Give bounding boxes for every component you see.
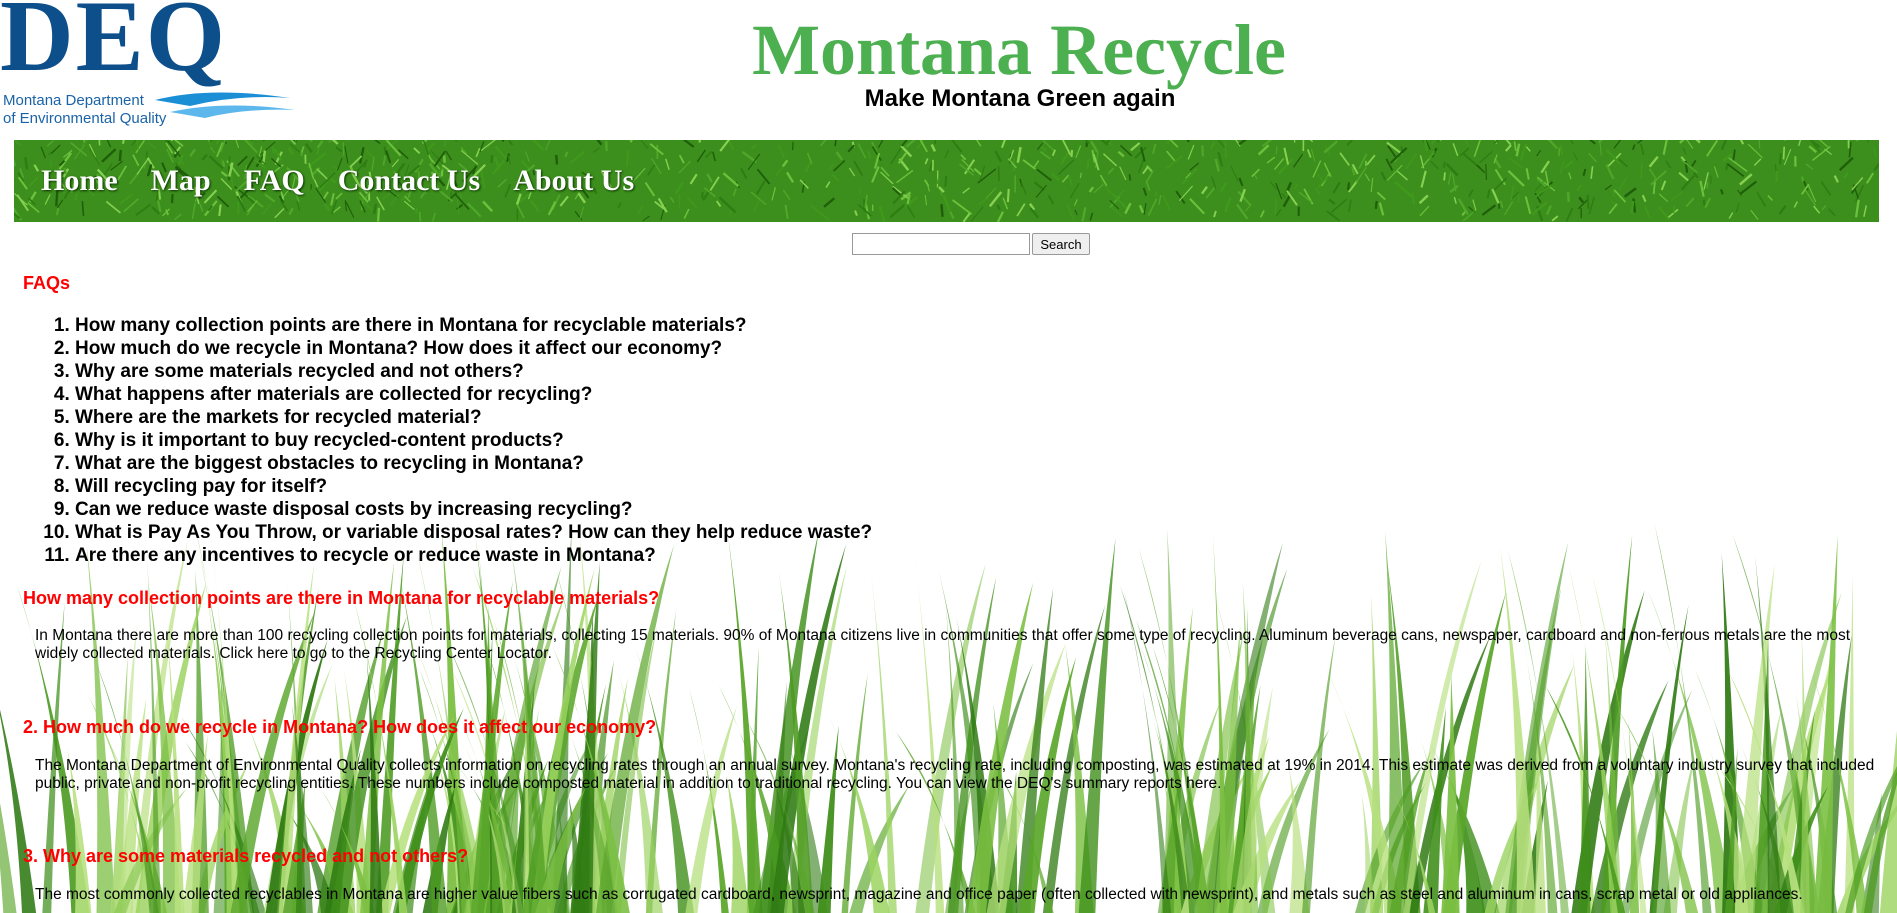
nav-item-about-us[interactable]: About Us xyxy=(513,164,634,198)
faq-question-link[interactable]: What are the biggest obstacles to recycl… xyxy=(75,452,872,475)
faq-question-link[interactable]: What is Pay As You Throw, or variable di… xyxy=(75,521,872,544)
faq-question-link[interactable]: How many collection points are there in … xyxy=(75,314,872,337)
faq-question-link[interactable]: Why is it important to buy recycled-cont… xyxy=(75,429,872,452)
site-tagline: Make Montana Green again xyxy=(864,85,1176,112)
nav-item-contact-us[interactable]: Contact Us xyxy=(338,164,481,198)
faq-question-link[interactable]: Will recycling pay for itself? xyxy=(75,475,872,498)
faq-question-link[interactable]: How much do we recycle in Montana? How d… xyxy=(75,337,872,360)
faq-question-link[interactable]: What happens after materials are collect… xyxy=(75,383,872,406)
answer-text-1: In Montana there are more than 100 recyc… xyxy=(35,627,1850,662)
faq-question-list: How many collection points are there in … xyxy=(0,314,872,567)
search-input[interactable] xyxy=(852,233,1030,255)
nav-item-faq[interactable]: FAQ xyxy=(244,164,305,198)
answer-heading-3: 3. Why are some materials recycled and n… xyxy=(23,846,469,866)
nav-list: Home Map FAQ Contact Us About Us xyxy=(41,140,667,222)
deq-logo-line2: of Environmental Quality xyxy=(3,110,167,127)
nav-item-home[interactable]: Home xyxy=(41,164,118,198)
faq-heading: FAQs xyxy=(23,273,71,293)
answer-text-3: The most commonly collected recyclables … xyxy=(35,886,1803,903)
faq-question-link[interactable]: Where are the markets for recycled mater… xyxy=(75,406,872,429)
answer-heading-2: 2. How much do we recycle in Montana? Ho… xyxy=(23,717,657,737)
nav-item-map[interactable]: Map xyxy=(151,164,211,198)
faq-question-link[interactable]: Can we reduce waste disposal costs by in… xyxy=(75,498,872,521)
answer-heading-1: How many collection points are there in … xyxy=(23,588,660,608)
faq-question-link[interactable]: Are there any incentives to recycle or r… xyxy=(75,544,872,567)
faq-question-link[interactable]: Why are some materials recycled and not … xyxy=(75,360,872,383)
main-nav: Home Map FAQ Contact Us About Us xyxy=(14,140,1879,222)
answer-text-2: The Montana Department of Environmental … xyxy=(35,757,1875,792)
search-button[interactable]: Search xyxy=(1032,233,1090,255)
site-title: Montana Recycle xyxy=(752,10,1286,90)
